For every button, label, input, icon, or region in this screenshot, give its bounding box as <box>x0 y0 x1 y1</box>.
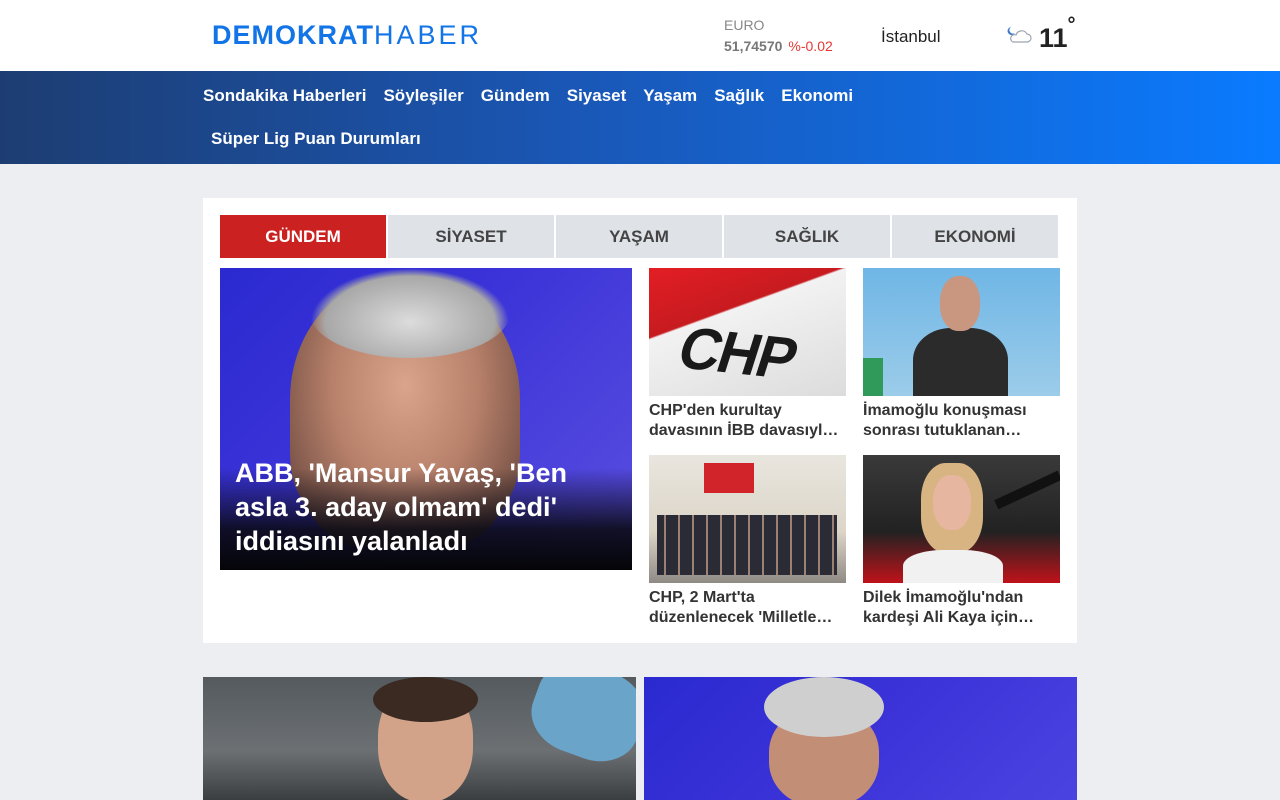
currency-value: 51,74570 %-0.02 <box>724 38 833 54</box>
nav-item-siyaset[interactable]: Siyaset <box>567 86 627 106</box>
image-detail <box>913 328 1008 396</box>
image-detail <box>940 276 980 331</box>
image-detail <box>863 358 883 396</box>
currency-change: %-0.02 <box>788 38 833 54</box>
news-card[interactable]: Dilek İmamoğlu'ndan kardeşi Ali Kaya içi… <box>863 455 1060 628</box>
temperature-value: 11 <box>1039 23 1068 53</box>
featured-title[interactable]: ABB, 'Mansur Yavaş, 'Ben asla 3. aday ol… <box>235 456 615 558</box>
news-caption[interactable]: İmamoğlu konuşması sonrası tutuklanan ga… <box>863 401 1060 441</box>
featured-news[interactable]: ABB, 'Mansur Yavaş, 'Ben asla 3. aday ol… <box>220 268 632 570</box>
city-name[interactable]: İstanbul <box>881 27 941 47</box>
bottom-news-image-right[interactable] <box>644 677 1077 800</box>
night-cloud-icon <box>1007 27 1032 43</box>
news-image[interactable] <box>863 268 1060 396</box>
tab-ekonomi[interactable]: EKONOMİ <box>892 215 1058 258</box>
category-tabs: GÜNDEM SİYASET YAŞAM SAĞLIK EKONOMİ <box>220 215 1058 258</box>
image-detail <box>373 677 478 722</box>
nav-item-soylesiler[interactable]: Söyleşiler <box>383 86 463 106</box>
nav-item-gundem[interactable]: Gündem <box>481 86 550 106</box>
image-detail <box>933 475 971 530</box>
news-image[interactable] <box>649 455 846 583</box>
nav-row-primary: Sondakika Haberleri Söyleşiler Gündem Si… <box>203 86 870 106</box>
currency-widget: EURO 51,74570 %-0.02 <box>724 17 833 54</box>
nav-row-secondary: Süper Lig Puan Durumları <box>211 129 438 149</box>
news-card[interactable]: CHP CHP'den kurultay davasının İBB davas… <box>649 268 846 441</box>
logo-bold-text: DEMOKRAT <box>212 19 374 50</box>
nav-item-ekonomi[interactable]: Ekonomi <box>781 86 853 106</box>
tab-yasam[interactable]: YAŞAM <box>556 215 722 258</box>
bottom-news-image-left[interactable] <box>203 677 636 800</box>
news-caption[interactable]: CHP, 2 Mart'ta düzenlenecek 'Milletle Bu… <box>649 588 846 628</box>
image-detail <box>764 677 884 737</box>
nav-item-super-lig[interactable]: Süper Lig Puan Durumları <box>211 129 421 148</box>
temperature: 11° <box>1039 14 1076 54</box>
tab-gundem[interactable]: GÜNDEM <box>220 215 386 258</box>
currency-rate: 51,74570 <box>724 38 783 54</box>
image-detail <box>520 677 636 774</box>
news-caption[interactable]: CHP'den kurultay davasının İBB davasıyla… <box>649 401 846 441</box>
site-logo[interactable]: DEMOKRAT HABER <box>212 20 482 50</box>
main-nav: Sondakika Haberleri Söyleşiler Gündem Si… <box>0 71 1280 164</box>
nav-item-yasam[interactable]: Yaşam <box>643 86 697 106</box>
tab-siyaset[interactable]: SİYASET <box>388 215 554 258</box>
degree-symbol: ° <box>1067 14 1076 36</box>
image-detail <box>704 463 754 493</box>
image-detail <box>657 515 837 575</box>
top-header: DEMOKRAT HABER EURO 51,74570 %-0.02 İstanb… <box>0 0 1280 71</box>
image-detail <box>994 470 1060 510</box>
news-image[interactable] <box>863 455 1060 583</box>
news-card[interactable]: İmamoğlu konuşması sonrası tutuklanan ga… <box>863 268 1060 441</box>
logo-thin-text: HABER <box>373 19 483 50</box>
news-image-logo: CHP <box>670 315 805 392</box>
nav-item-saglik[interactable]: Sağlık <box>714 86 764 106</box>
image-detail <box>903 550 1003 583</box>
nav-item-sondakika[interactable]: Sondakika Haberleri <box>203 86 366 106</box>
currency-label: EURO <box>724 17 765 33</box>
news-caption[interactable]: Dilek İmamoğlu'ndan kardeşi Ali Kaya içi… <box>863 588 1060 628</box>
tab-saglik[interactable]: SAĞLIK <box>724 215 890 258</box>
news-card[interactable]: CHP, 2 Mart'ta düzenlenecek 'Milletle Bu… <box>649 455 846 628</box>
featured-image-detail <box>310 268 510 358</box>
category-news-panel: GÜNDEM SİYASET YAŞAM SAĞLIK EKONOMİ ABB,… <box>203 198 1077 643</box>
news-image[interactable]: CHP <box>649 268 846 396</box>
